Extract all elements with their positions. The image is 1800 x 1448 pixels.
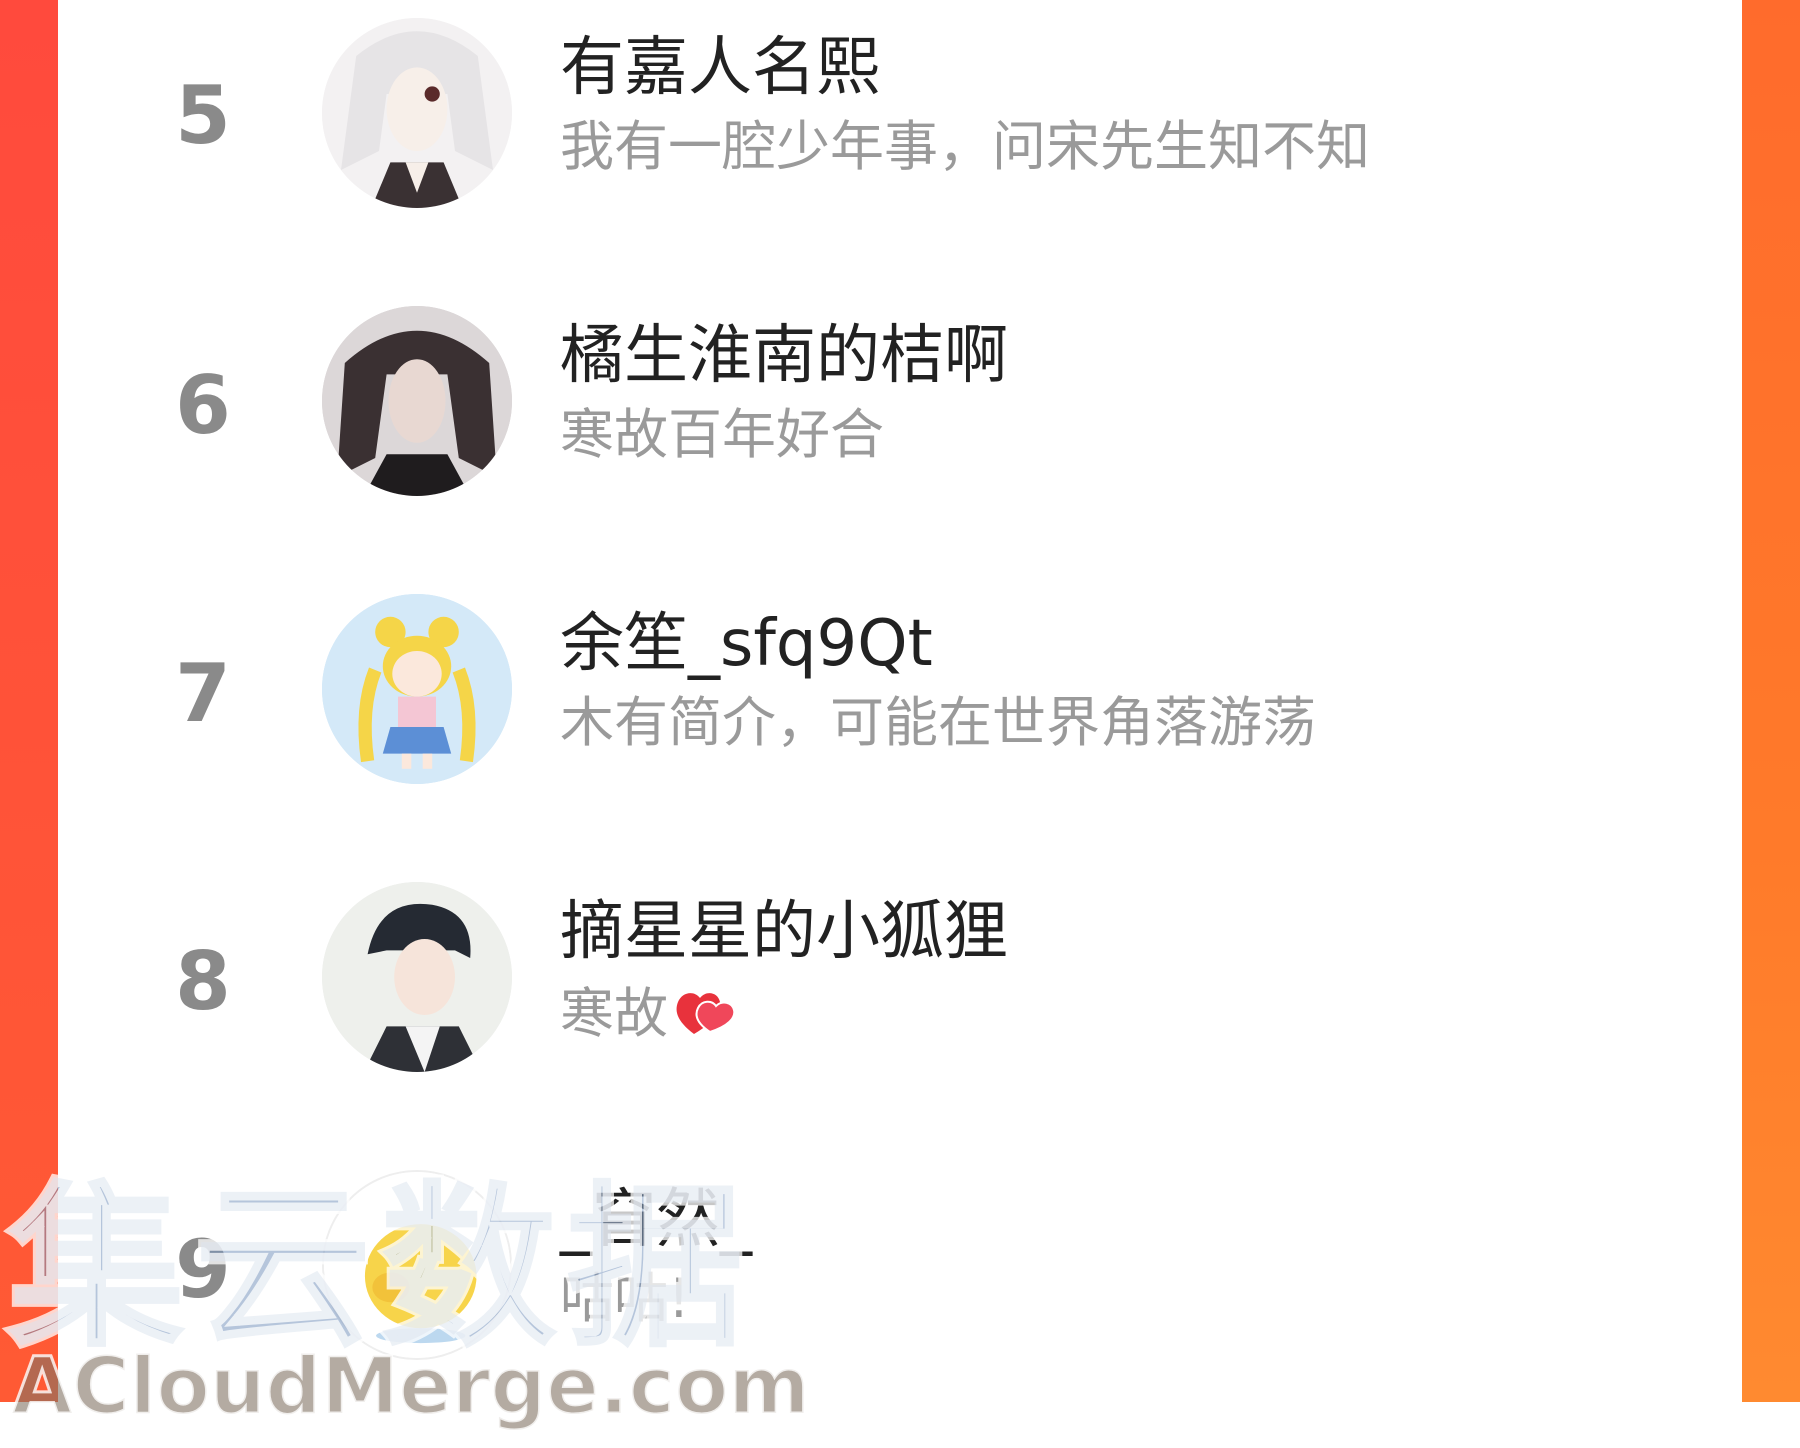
leaderboard-row[interactable]: 7 余笙_sfq9Qt 木有简介，可能在世界角落游荡 [58, 576, 1742, 816]
avatar-sailor-moon-icon[interactable] [322, 594, 512, 784]
rank-number: 8 [175, 935, 231, 1028]
user-name[interactable]: 有嘉人名熙 [560, 36, 880, 100]
user-name[interactable]: _窅然_ [560, 1188, 752, 1252]
leaderboard-panel: 5 有嘉人名熙 我有一腔少年事，问宋先生知不知 6 橘生淮南的桔啊 寒故百年好合… [58, 0, 1742, 1402]
user-bio: 寒故 [560, 984, 738, 1041]
bottom-margin [0, 1402, 1800, 1448]
left-frame-border [0, 0, 58, 1402]
user-name[interactable]: 橘生淮南的桔啊 [560, 324, 1008, 388]
user-name[interactable]: 摘星星的小狐狸 [560, 900, 1008, 964]
avatar-white-hair-icon[interactable] [322, 18, 512, 208]
leaderboard-row[interactable]: 8 摘星星的小狐狸 寒故 [58, 864, 1742, 1104]
user-bio-text: 寒故 [560, 982, 668, 1045]
rank-number: 9 [175, 1223, 231, 1316]
leaderboard-row[interactable]: 5 有嘉人名熙 我有一腔少年事，问宋先生知不知 [58, 0, 1742, 240]
user-bio: 咕咕! [560, 1267, 690, 1330]
avatar-young-man-icon[interactable] [322, 882, 512, 1072]
right-frame-border [1742, 0, 1800, 1402]
user-name[interactable]: 余笙_sfq9Qt [560, 612, 933, 676]
rank-number: 6 [175, 359, 231, 452]
leaderboard-row[interactable]: 6 橘生淮南的桔啊 寒故百年好合 [58, 288, 1742, 528]
user-bio: 寒故百年好合 [560, 403, 884, 466]
avatar-yellow-chick-icon[interactable] [322, 1170, 512, 1360]
rank-number: 5 [175, 69, 231, 162]
rank-number: 7 [175, 647, 231, 740]
avatar-dark-hair-man-icon[interactable] [322, 306, 512, 496]
user-bio: 木有简介，可能在世界角落游荡 [560, 691, 1316, 754]
red-heart-icon [674, 984, 738, 1038]
user-bio: 我有一腔少年事，问宋先生知不知 [560, 115, 1370, 178]
leaderboard-row[interactable]: 9 _窅然_ 咕咕! [58, 1152, 1742, 1392]
